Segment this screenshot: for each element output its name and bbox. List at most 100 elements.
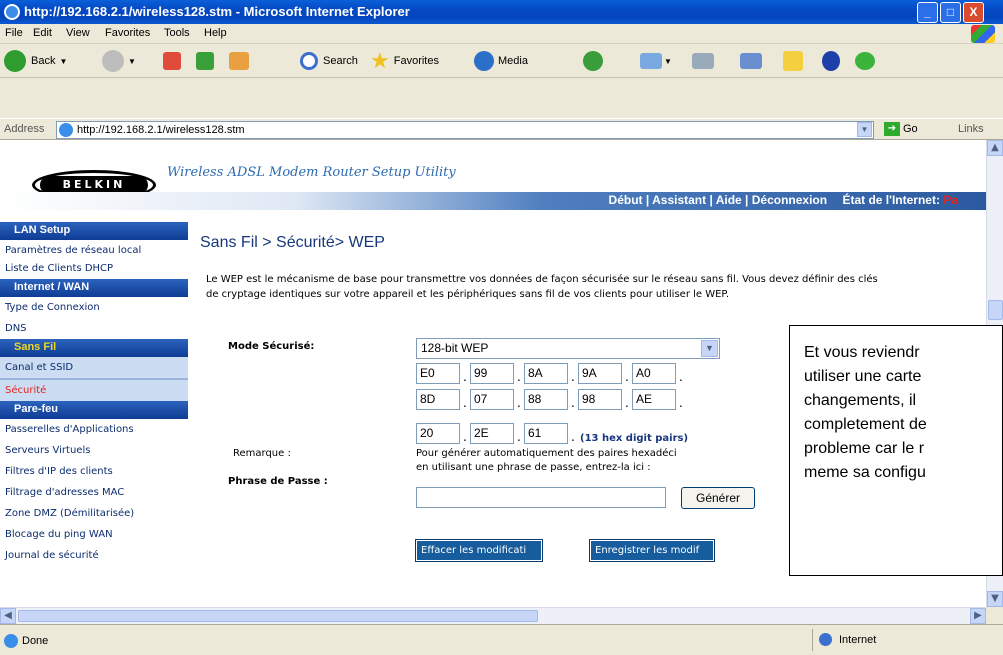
stop-button[interactable]: [163, 48, 181, 74]
sidebar-item-dns[interactable]: DNS: [0, 318, 188, 339]
key-separator: .: [679, 396, 683, 410]
key-separator: .: [625, 370, 629, 384]
menu-view[interactable]: View: [66, 27, 90, 39]
history-button[interactable]: [583, 48, 603, 74]
menu-file[interactable]: File: [5, 27, 23, 39]
page-icon: [59, 123, 73, 137]
maximize-button[interactable]: □: [940, 2, 961, 23]
search-icon: [300, 52, 318, 70]
wep-key-byte[interactable]: 8A: [524, 363, 568, 384]
menu-favorites[interactable]: Favorites: [105, 27, 150, 39]
discuss-button[interactable]: [783, 48, 803, 74]
search-button[interactable]: Search: [300, 48, 358, 74]
minimize-button[interactable]: _: [917, 2, 938, 23]
sidebar-item-lan-settings[interactable]: Paramètres de réseau local: [0, 240, 188, 261]
top-nav-links[interactable]: Début | Assistant | Aide | Déconnexion: [609, 193, 828, 207]
messenger-button[interactable]: [855, 48, 875, 74]
status-text: Done: [4, 634, 48, 648]
sidebar-item-app-gateways[interactable]: Passerelles d'Applications: [0, 419, 188, 440]
wep-key-byte[interactable]: 88: [524, 389, 568, 410]
wep-key-byte[interactable]: 20: [416, 423, 460, 444]
links-button[interactable]: Links: [958, 123, 984, 135]
sidebar-item-dmz[interactable]: Zone DMZ (Démilitarisée): [0, 503, 188, 524]
security-mode-select[interactable]: 128-bit WEP ▼: [416, 338, 720, 359]
sidebar-item-mac-filtering[interactable]: Filtrage d'adresses MAC: [0, 482, 188, 503]
wep-key-byte[interactable]: 07: [470, 389, 514, 410]
key-separator: .: [517, 396, 521, 410]
menu-help[interactable]: Help: [204, 27, 227, 39]
annotation-line: Et vous reviendr: [804, 344, 920, 361]
annotation-line: utiliser une carte: [804, 368, 922, 385]
horizontal-scroll-thumb[interactable]: [18, 610, 538, 622]
wep-key-byte[interactable]: 61: [524, 423, 568, 444]
security-zone: Internet: [812, 629, 984, 651]
wep-key-byte[interactable]: 2E: [470, 423, 514, 444]
sidebar-item-security-log[interactable]: Journal de sécurité: [0, 545, 188, 566]
annotation-line: probleme car le r: [804, 440, 925, 457]
menu-bar: File Edit View Favorites Tools Help: [0, 24, 1003, 44]
wep-key-byte[interactable]: 8D: [416, 389, 460, 410]
mail-button[interactable]: ▼: [640, 48, 672, 74]
wep-key-byte[interactable]: 9A: [578, 363, 622, 384]
sidebar-item-security[interactable]: Sécurité: [0, 380, 188, 401]
scroll-left-icon[interactable]: ◀: [0, 608, 16, 624]
favorites-button[interactable]: ★ Favorites: [370, 48, 439, 74]
sidebar-item-connection-type[interactable]: Type de Connexion: [0, 297, 188, 318]
scroll-right-icon[interactable]: ▶: [970, 608, 986, 624]
vertical-scroll-thumb[interactable]: [988, 300, 1003, 320]
edit-button[interactable]: [740, 48, 762, 74]
chevron-down-icon: ▼: [701, 340, 718, 357]
wep-key-byte[interactable]: 98: [578, 389, 622, 410]
home-button[interactable]: [229, 48, 249, 74]
messenger-icon: [855, 52, 875, 70]
menu-edit[interactable]: Edit: [33, 27, 52, 39]
clear-changes-button[interactable]: Effacer les modificati: [415, 539, 543, 562]
window-title-bar[interactable]: http://192.168.2.1/wireless128.stm - Mic…: [0, 0, 1003, 24]
chevron-down-icon[interactable]: ▼: [857, 122, 872, 137]
passphrase-input[interactable]: [416, 487, 666, 508]
horizontal-scrollbar[interactable]: ◀ ▶: [0, 607, 986, 624]
print-icon: [692, 53, 714, 69]
print-button[interactable]: [692, 48, 714, 74]
windows-logo-icon: [971, 25, 995, 43]
sidebar-header-wan: Internet / WAN: [0, 279, 188, 297]
close-button[interactable]: X: [963, 2, 984, 23]
key-separator: .: [463, 430, 467, 444]
annotation-line: completement de: [804, 416, 927, 433]
scroll-down-icon[interactable]: ▼: [987, 591, 1003, 607]
wep-key-byte[interactable]: AE: [632, 389, 676, 410]
media-button[interactable]: Media: [474, 48, 528, 74]
sidebar-item-wan-ping-block[interactable]: Blocage du ping WAN: [0, 524, 188, 545]
sidebar-item-dhcp-list[interactable]: Liste de Clients DHCP: [0, 261, 188, 279]
passphrase-label: Phrase de Passe :: [228, 476, 328, 487]
sidebar-item-virtual-servers[interactable]: Serveurs Virtuels: [0, 440, 188, 461]
wep-key-byte[interactable]: E0: [416, 363, 460, 384]
save-changes-button[interactable]: Enregistrer les modif: [589, 539, 715, 562]
history-icon: [583, 51, 603, 71]
back-button[interactable]: Back ▼: [4, 48, 67, 74]
key-separator: .: [571, 430, 575, 444]
refresh-button[interactable]: [196, 48, 214, 74]
address-input[interactable]: http://192.168.2.1/wireless128.stm ▼: [56, 121, 874, 139]
wep-description: Le WEP est le mécanisme de base pour tra…: [206, 274, 878, 300]
refresh-icon: [196, 52, 214, 70]
go-arrow-icon: ➔: [884, 122, 900, 136]
window-title: http://192.168.2.1/wireless128.stm - Mic…: [24, 4, 410, 19]
forward-arrow-icon: [102, 50, 124, 72]
go-button[interactable]: ➔ Go: [884, 122, 918, 136]
generate-button[interactable]: Générer: [681, 487, 755, 509]
mail-icon: [640, 53, 662, 69]
scroll-up-icon[interactable]: ▲: [987, 140, 1003, 156]
bluetooth-button[interactable]: [822, 48, 840, 74]
annotation-line: changements, il: [804, 392, 917, 409]
sidebar: LAN Setup Paramètres de réseau local Lis…: [0, 222, 188, 607]
remark-label: Remarque :: [233, 448, 291, 459]
wep-key-byte[interactable]: A0: [632, 363, 676, 384]
forward-button[interactable]: ▼: [102, 48, 136, 74]
sidebar-item-client-ip-filters[interactable]: Filtres d'IP des clients: [0, 461, 188, 482]
menu-tools[interactable]: Tools: [164, 27, 190, 39]
security-mode-label: Mode Sécurisé:: [228, 341, 315, 352]
note-icon: [783, 51, 803, 71]
wep-key-byte[interactable]: 99: [470, 363, 514, 384]
sidebar-item-channel-ssid[interactable]: Canal et SSID: [0, 357, 188, 378]
